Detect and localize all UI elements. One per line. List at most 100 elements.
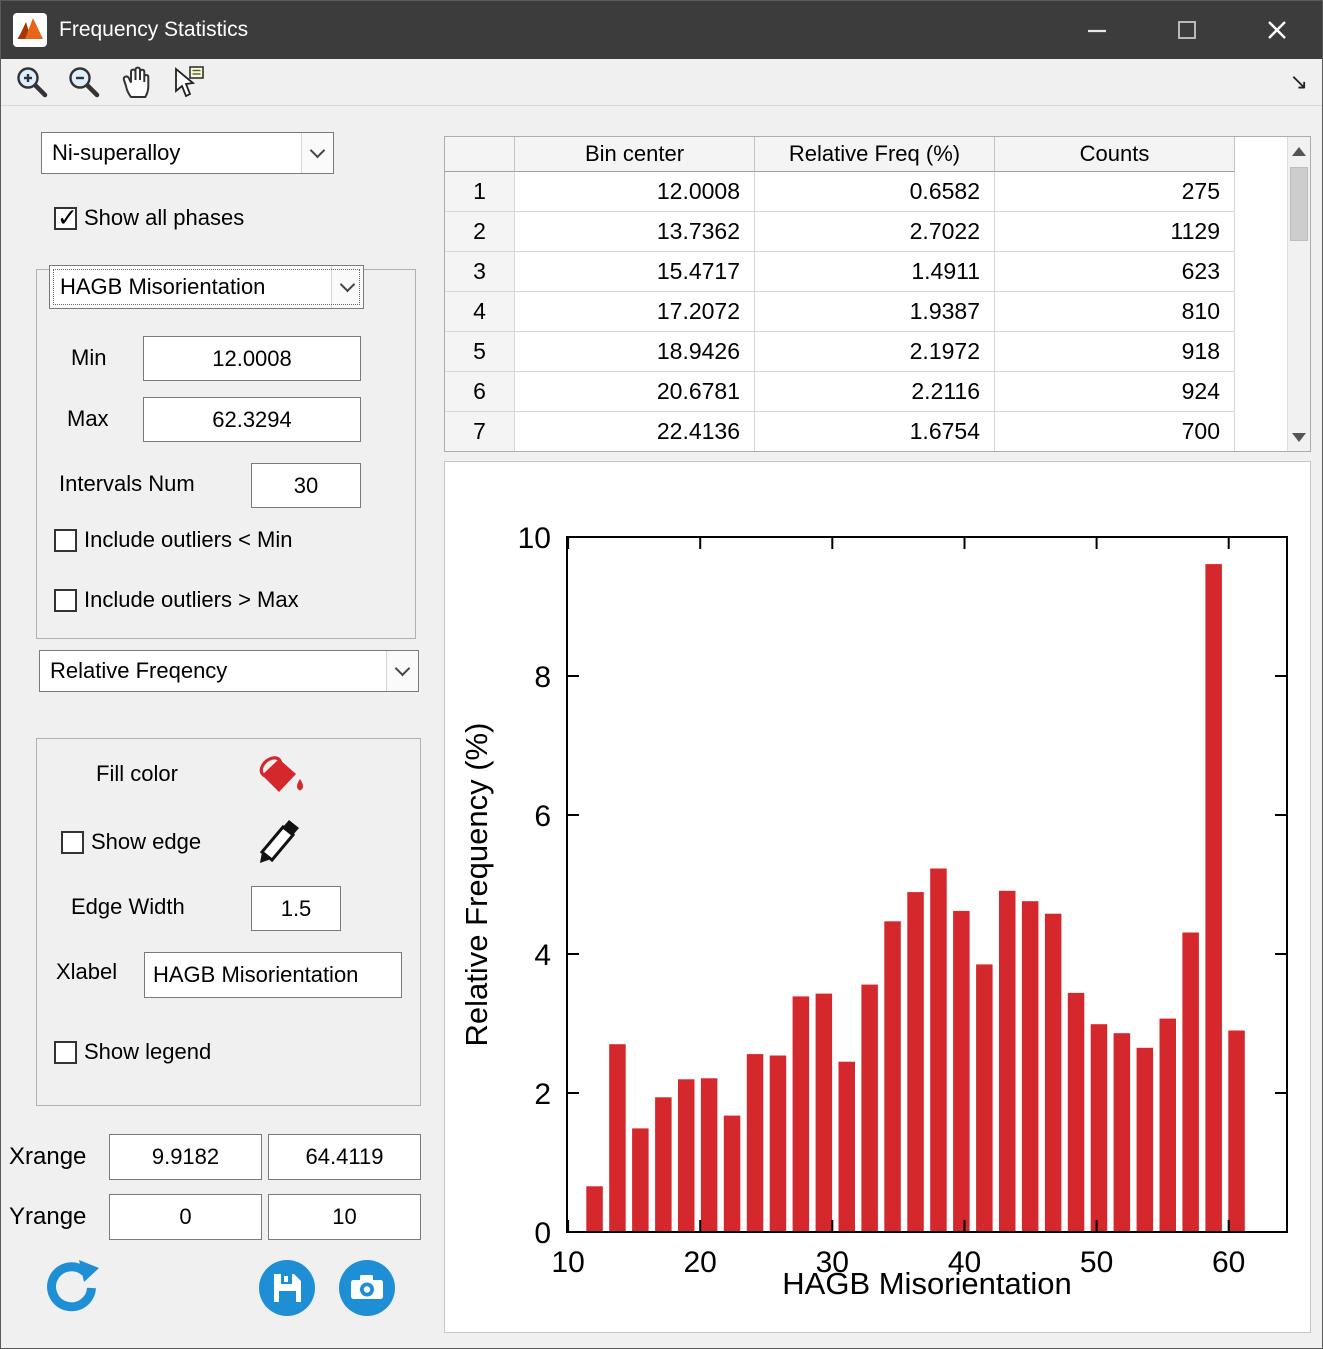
- close-button[interactable]: [1232, 1, 1322, 59]
- zoom-out-icon: [69, 67, 100, 98]
- svg-text:10: 10: [551, 1246, 584, 1279]
- table-cell[interactable]: 1.6754: [755, 412, 995, 451]
- table-cell[interactable]: 18.9426: [515, 332, 755, 372]
- row-number-cell: 3: [445, 252, 515, 292]
- scroll-up-button[interactable]: [1288, 139, 1310, 163]
- table-cell[interactable]: 20.6781: [515, 372, 755, 412]
- yrange-label: Yrange: [9, 1203, 87, 1230]
- phase-dropdown-value: Ni-superalloy: [52, 140, 181, 165]
- svg-text:8: 8: [534, 661, 551, 694]
- dock-arrow-icon: ↘: [1289, 69, 1308, 94]
- row-number-cell: 7: [445, 412, 515, 451]
- row-number-cell: 1: [445, 172, 515, 212]
- table-cell[interactable]: 700: [995, 412, 1235, 451]
- svg-text:60: 60: [1212, 1246, 1245, 1279]
- property-dropdown-value: HAGB Misorientation: [60, 274, 266, 299]
- table-cell[interactable]: 1.9387: [755, 292, 995, 332]
- table-cell[interactable]: 22.4136: [515, 412, 755, 451]
- table-cell[interactable]: 623: [995, 252, 1235, 292]
- edge-width-input[interactable]: [251, 886, 341, 931]
- svg-text:4: 4: [534, 939, 551, 972]
- snapshot-button[interactable]: [338, 1259, 396, 1317]
- property-dropdown-button[interactable]: [331, 266, 363, 308]
- svg-text:2: 2: [534, 1078, 551, 1111]
- data-cursor-button[interactable]: [167, 62, 209, 102]
- pan-hand-icon: [122, 66, 150, 98]
- minimize-button[interactable]: [1052, 1, 1142, 59]
- bin-table-columns: Bin center Relative Freq (%) Counts 1 12.…: [445, 137, 1235, 451]
- paint-bucket-icon: [259, 756, 303, 792]
- table-row: 2 13.7362 2.7022 1129: [445, 212, 1235, 252]
- table-cell[interactable]: 15.4717: [515, 252, 755, 292]
- table-cell[interactable]: 12.0008: [515, 172, 755, 212]
- table-cell[interactable]: 13.7362: [515, 212, 755, 252]
- show-all-phases-label: Show all phases: [84, 205, 245, 230]
- table-cell[interactable]: 2.7022: [755, 212, 995, 252]
- include-outliers-min-checkbox[interactable]: Include outliers < Min: [54, 527, 293, 553]
- table-cell[interactable]: 918: [995, 332, 1235, 372]
- triangle-up-icon: [1292, 146, 1306, 156]
- min-input[interactable]: [143, 336, 361, 381]
- xrange-min-input[interactable]: [109, 1134, 262, 1180]
- fill-color-picker[interactable]: [254, 754, 310, 807]
- phase-dropdown[interactable]: Ni-superalloy: [41, 132, 334, 174]
- property-dropdown[interactable]: HAGB Misorientation: [49, 265, 364, 309]
- show-edge-checkbox[interactable]: Show edge: [61, 829, 201, 855]
- window-controls: [1052, 1, 1322, 59]
- frequency-type-button[interactable]: [386, 651, 418, 691]
- scroll-down-button[interactable]: [1288, 425, 1310, 449]
- table-row: 7 22.4136 1.6754 700: [445, 412, 1235, 451]
- table-cell[interactable]: 275: [995, 172, 1235, 212]
- edge-width-label: Edge Width: [71, 894, 185, 919]
- save-button[interactable]: [258, 1259, 316, 1317]
- minimize-icon: [1088, 29, 1106, 33]
- svg-text:Relative Frequency (%): Relative Frequency (%): [459, 723, 494, 1047]
- table-cell[interactable]: 924: [995, 372, 1235, 412]
- checkbox-box: [54, 203, 78, 233]
- zoom-out-button[interactable]: [63, 62, 105, 102]
- show-legend-checkbox[interactable]: Show legend: [54, 1039, 211, 1065]
- intervals-num-input[interactable]: [251, 463, 361, 508]
- fill-color-label: Fill color: [96, 761, 178, 786]
- frequency-type-dropdown[interactable]: Relative Freqency: [39, 650, 419, 692]
- checkbox-box: [54, 588, 77, 612]
- frequency-type-value: Relative Freqency: [50, 658, 228, 683]
- checkbox-box: [54, 1040, 77, 1064]
- svg-text:10: 10: [518, 522, 551, 555]
- include-outliers-max-checkbox[interactable]: Include outliers > Max: [54, 587, 299, 613]
- xlabel-input[interactable]: [144, 952, 402, 998]
- show-all-phases-checkbox[interactable]: Show all phases: [54, 203, 245, 233]
- maximize-button[interactable]: [1142, 1, 1232, 59]
- min-label: Min: [71, 345, 107, 370]
- table-corner-cell: [445, 137, 515, 172]
- table-cell[interactable]: 810: [995, 292, 1235, 332]
- svg-text:50: 50: [1080, 1246, 1113, 1279]
- edge-color-picker[interactable]: [256, 817, 306, 870]
- table-cell[interactable]: 2.1972: [755, 332, 995, 372]
- yrange-min-input[interactable]: [109, 1194, 262, 1240]
- max-input[interactable]: [143, 397, 361, 442]
- histogram-chart[interactable]: 10 20 30 40 50 600246810HAGB MisorientationRe…: [445, 462, 1310, 1332]
- table-cell[interactable]: 1129: [995, 212, 1235, 252]
- table-scrollbar[interactable]: [1287, 137, 1310, 451]
- refresh-icon: [47, 1260, 99, 1312]
- scrollbar-thumb[interactable]: [1290, 167, 1308, 241]
- table-cell[interactable]: 2.2116: [755, 372, 995, 412]
- zoom-in-button[interactable]: [11, 62, 53, 102]
- include-outliers-max-label: Include outliers > Max: [84, 587, 299, 612]
- pan-button[interactable]: [115, 62, 157, 102]
- refresh-button[interactable]: [43, 1259, 101, 1317]
- window-title: Frequency Statistics: [59, 18, 249, 41]
- zoom-in-icon: [17, 67, 48, 98]
- bin-table: Bin center Relative Freq (%) Counts 1 12.…: [444, 136, 1311, 452]
- max-label: Max: [67, 406, 109, 431]
- yrange-max-input[interactable]: [268, 1194, 421, 1240]
- table-cell[interactable]: 0.6582: [755, 172, 995, 212]
- dock-figure-button[interactable]: ↘: [1290, 69, 1308, 95]
- phase-dropdown-button[interactable]: [301, 133, 333, 173]
- camera-icon: [339, 1260, 395, 1316]
- table-cell[interactable]: 17.2072: [515, 292, 755, 332]
- table-cell[interactable]: 1.4911: [755, 252, 995, 292]
- xrange-max-input[interactable]: [268, 1134, 421, 1180]
- pencil-icon: [259, 820, 299, 863]
